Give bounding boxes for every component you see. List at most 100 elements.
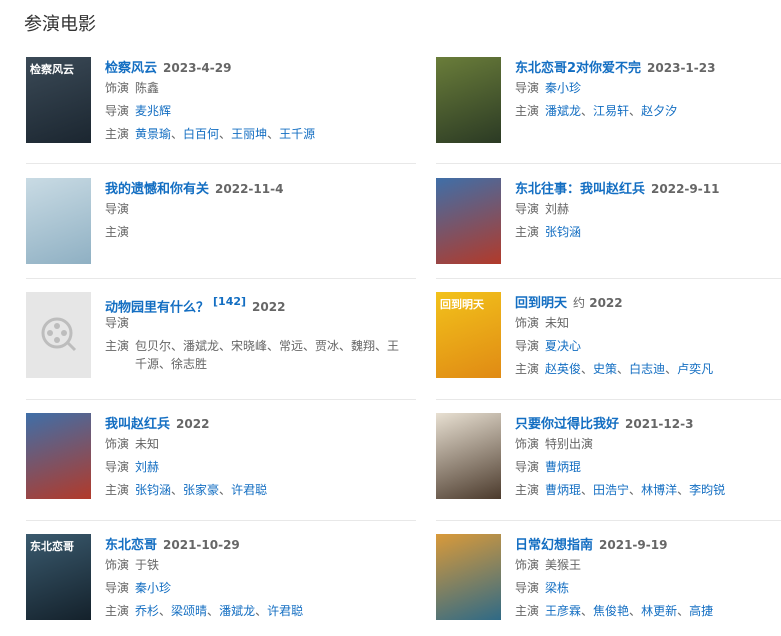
film-poster[interactable]	[436, 413, 501, 499]
person-link[interactable]: 史策	[593, 362, 617, 376]
film-poster[interactable]	[436, 57, 501, 143]
role-name: 刘赫	[545, 202, 570, 216]
person-link[interactable]: 曹炳琨	[545, 460, 581, 474]
person-link[interactable]: 刘赫	[135, 460, 159, 474]
person-link[interactable]: 焦俊艳	[593, 604, 629, 618]
person-link[interactable]: 麦兆辉	[135, 104, 171, 118]
person-link[interactable]: 潘斌龙	[545, 104, 581, 118]
film-date: 约 2022	[573, 296, 623, 310]
film-date: 2022	[176, 417, 209, 431]
film-title-link[interactable]: 东北恋哥	[105, 538, 157, 553]
person-link[interactable]: 白志迪	[629, 362, 665, 376]
film-grid: 检察风云 检察风云 2023-4-29 饰演 陈鑫 导演 麦兆辉 主演 黄景瑜、白百何、王丽坤、…	[0, 0, 781, 636]
person-link[interactable]: 夏决心	[545, 339, 581, 353]
credit-row: 主演	[105, 221, 405, 244]
credit-label: 主演	[105, 604, 130, 618]
separator: 、	[629, 604, 642, 618]
credit-label: 主演	[105, 483, 130, 497]
film-title-link[interactable]: 检察风云	[105, 61, 157, 76]
film-info: 东北恋哥2对你爱不完 2023-1-23 导演 秦小珍 主演 潘斌龙、江易轩、赵夕汐	[515, 57, 781, 123]
credit-row: 饰演 未知	[105, 433, 405, 456]
person-link[interactable]: 江易轩	[593, 104, 629, 118]
person-link[interactable]: 白百何	[183, 127, 219, 141]
film-info: 我叫赵红兵 2022 饰演 未知 导演 刘赫 主演 张钧涵、张家豪、许君聪	[105, 413, 405, 502]
separator: 、	[581, 604, 594, 618]
credit-label: 饰演	[515, 316, 540, 330]
film-info: 东北往事：我叫赵红兵 2022-9-11 导演 刘赫 主演 张钧涵	[515, 178, 781, 244]
credit-row: 导演 曹炳琨	[515, 456, 781, 479]
film-title-link[interactable]: 回到明天	[515, 296, 567, 311]
person-link[interactable]: 林更新	[641, 604, 677, 618]
person-link[interactable]: 李昀锐	[689, 483, 725, 497]
film-poster[interactable]	[26, 178, 91, 264]
film-title-line: 只要你过得比我好 2021-12-3	[515, 413, 781, 433]
row-divider	[436, 399, 781, 400]
person-link[interactable]: 黄景瑜	[135, 127, 171, 141]
credit-label: 主演	[515, 483, 540, 497]
person-link[interactable]: 张家豪	[183, 483, 219, 497]
person-link[interactable]: 赵英俊	[545, 362, 581, 376]
credit-row: 主演 乔杉、梁颂晴、潘斌龙、许君聪	[105, 600, 405, 623]
credit-label: 导演	[105, 460, 130, 474]
person-link[interactable]: 曹炳琨	[545, 483, 581, 497]
person-link[interactable]: 高捷	[689, 604, 713, 618]
person-link[interactable]: 王彦霖	[545, 604, 581, 618]
person-link[interactable]: 潘斌龙	[219, 604, 255, 618]
separator: 、	[629, 483, 642, 497]
credit-row: 导演 刘赫	[515, 198, 781, 221]
person-link[interactable]: 乔杉	[135, 604, 159, 618]
date-value: 2022-11-4	[215, 182, 284, 196]
date-value: 2021-10-29	[163, 538, 240, 552]
film-poster[interactable]: 东北恋哥	[26, 534, 91, 620]
poster-title: 回到明天	[440, 298, 484, 311]
film-date: 2022	[252, 300, 285, 314]
reference-link[interactable]: [142]	[213, 295, 246, 308]
person-link[interactable]: 许君聪	[231, 483, 267, 497]
film-date: 2021-12-3	[625, 417, 693, 431]
person-link[interactable]: 秦小珍	[135, 581, 171, 595]
separator: 、	[207, 604, 220, 618]
credit-label: 导演	[105, 202, 130, 216]
film-title-link[interactable]: 日常幻想指南	[515, 538, 593, 553]
credit-label: 主演	[515, 362, 540, 376]
film-poster[interactable]: 检察风云	[26, 57, 91, 143]
credit-row: 主演 王彦霖、焦俊艳、林更新、高捷	[515, 600, 781, 623]
credit-label: 饰演	[105, 437, 130, 451]
person-link[interactable]: 梁颂晴	[171, 604, 207, 618]
person-link[interactable]: 梁栋	[545, 581, 569, 595]
film-poster[interactable]	[436, 534, 501, 620]
film-title-link[interactable]: 我的遗憾和你有关	[105, 182, 209, 197]
film-title-link[interactable]: 东北恋哥2对你爱不完	[515, 61, 641, 76]
person-link[interactable]: 田浩宁	[593, 483, 629, 497]
credit-label: 主演	[515, 604, 540, 618]
person-link[interactable]: 张钧涵	[545, 225, 581, 239]
film-title-line: 回到明天约 2022	[515, 292, 781, 312]
person-link[interactable]: 张钧涵	[135, 483, 171, 497]
film-date: 2021-10-29	[163, 538, 240, 552]
credit-label: 导演	[515, 81, 540, 95]
row-divider	[26, 520, 416, 521]
person-link[interactable]: 王千源	[279, 127, 315, 141]
role-name: 陈鑫	[135, 81, 160, 95]
person-link[interactable]: 秦小珍	[545, 81, 581, 95]
film-poster[interactable]	[26, 292, 91, 378]
person-link[interactable]: 王丽坤	[231, 127, 267, 141]
date-value: 2021-12-3	[625, 417, 694, 431]
film-poster[interactable]: 回到明天	[436, 292, 501, 378]
film-title-link[interactable]: 我叫赵红兵	[105, 417, 170, 432]
film-date: 2023-4-29	[163, 61, 231, 75]
film-date: 2022-11-4	[215, 182, 283, 196]
person-link[interactable]: 许君聪	[267, 604, 303, 618]
person-link[interactable]: 卢奕凡	[677, 362, 713, 376]
film-title-link[interactable]: 只要你过得比我好	[515, 417, 619, 432]
separator: 、	[581, 104, 594, 118]
row-divider	[436, 520, 781, 521]
film-poster[interactable]	[436, 178, 501, 264]
person-link[interactable]: 林博洋	[641, 483, 677, 497]
film-poster[interactable]	[26, 413, 91, 499]
separator: 、	[159, 604, 172, 618]
film-info: 我的遗憾和你有关 2022-11-4 导演主演	[105, 178, 405, 244]
film-title-line: 我的遗憾和你有关 2022-11-4	[105, 178, 405, 198]
film-title-link[interactable]: 东北往事：我叫赵红兵	[515, 182, 645, 197]
person-link[interactable]: 赵夕汐	[641, 104, 677, 118]
